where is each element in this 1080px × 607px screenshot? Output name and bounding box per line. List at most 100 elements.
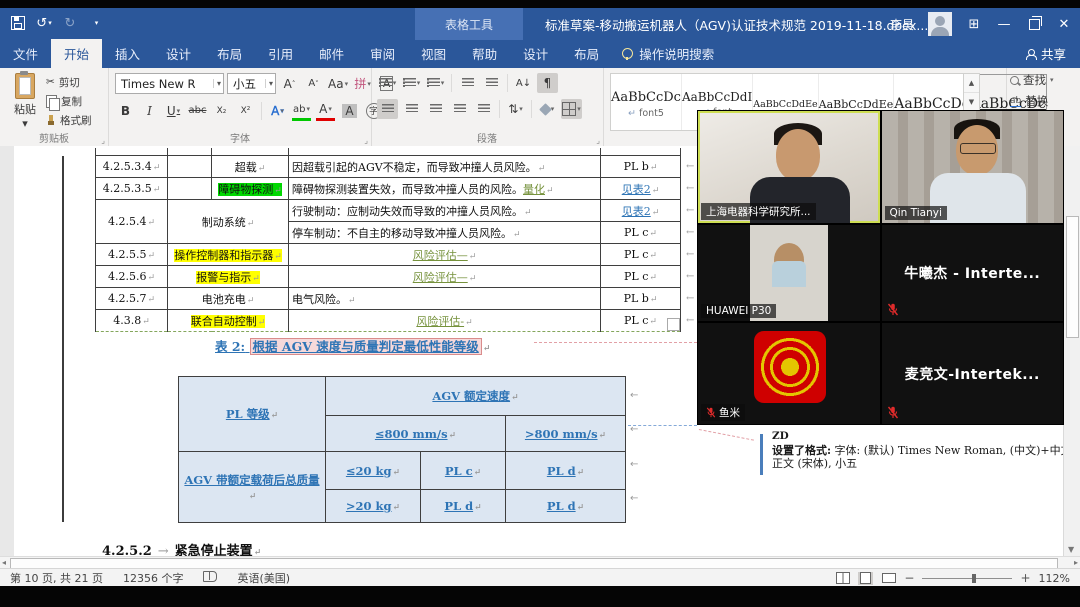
borders-button[interactable]: ▾ — [561, 99, 582, 119]
align-center-button[interactable] — [401, 99, 422, 119]
tab-insert[interactable]: 插入 — [102, 39, 153, 68]
shrink-font-button[interactable]: A˅ — [303, 74, 324, 94]
distribute-button[interactable] — [473, 99, 494, 119]
align-left-button[interactable] — [377, 99, 398, 119]
tell-me-search[interactable]: 操作说明搜索 — [612, 39, 724, 68]
share-button[interactable]: 共享 — [1012, 39, 1080, 68]
tab-view[interactable]: 视图 — [408, 39, 459, 68]
grow-font-button[interactable]: A˄ — [279, 74, 300, 94]
zoom-in-button[interactable]: + — [1020, 571, 1030, 585]
italic-button[interactable]: I — [139, 101, 160, 121]
copy-button[interactable]: 复制 — [46, 93, 92, 109]
video-tile[interactable]: Qin Tianyi — [882, 111, 1064, 223]
paragraph-dialog-launcher[interactable]: ⌟ — [596, 136, 600, 145]
tab-review[interactable]: 审阅 — [357, 39, 408, 68]
participant-tile[interactable]: 麦竞文-Intertek... — [882, 323, 1064, 424]
table-row[interactable]: 4.2.5.3.5 障碍物探测 障碍物探测装置失效，而导致冲撞人员的风险。量化 … — [96, 178, 703, 200]
clipboard-dialog-launcher[interactable]: ⌟ — [101, 136, 105, 145]
word-count[interactable]: 12356 个字 — [113, 570, 194, 586]
highlight-color-button[interactable]: ab▾ — [291, 99, 312, 122]
paste-button[interactable]: 粘贴 ▾ — [8, 73, 42, 131]
style-item[interactable]: AaBbCcDc font5 — [611, 74, 682, 130]
table-row[interactable]: 4.2.5.3.4 超载 因超载引起的AGV不稳定，而导致冲撞人员风险。 PL … — [96, 156, 703, 178]
tab-table-layout[interactable]: 布局 — [561, 39, 612, 68]
character-shading-button[interactable]: A — [339, 101, 360, 121]
participant-tile[interactable]: 鱼米 — [698, 323, 880, 424]
page-indicator[interactable]: 第 10 页, 共 21 页 — [0, 570, 113, 586]
risk-table[interactable]: 4.2.5.3.4 超载 因超载引起的AGV不稳定，而导致冲撞人员风险。 PL … — [95, 148, 703, 332]
tab-file[interactable]: 文件 — [0, 39, 51, 68]
table-row[interactable]: 4.2.5.7 电池充电 电气风险。 PL b ← — [96, 288, 703, 310]
font-dialog-launcher[interactable]: ⌟ — [364, 136, 368, 145]
tab-home[interactable]: 开始 — [51, 39, 102, 68]
table-row[interactable]: 4.2.5.5 操作控制器和指示器 风险评估— PL c ← — [96, 244, 703, 266]
close-button[interactable]: ✕ — [1056, 15, 1072, 33]
zoom-slider-knob[interactable] — [972, 574, 976, 583]
table-row[interactable]: 4.2.5.4 制动系统 行驶制动：应制动失效而导致的冲撞人员风险。 见表2 ← — [96, 200, 703, 222]
undo-dropdown-icon[interactable]: ▾ — [48, 19, 52, 27]
redo-button[interactable]: ↻ — [62, 14, 78, 32]
undo-button[interactable]: ↺▾ — [36, 14, 52, 32]
user-avatar[interactable] — [928, 12, 952, 36]
tab-design[interactable]: 设计 — [153, 39, 204, 68]
video-tile-active-speaker[interactable]: 上海电器科学研究所... — [698, 111, 880, 223]
table-resize-handle[interactable] — [667, 318, 680, 331]
phonetic-guide-button[interactable]: 拼▾ — [352, 74, 373, 94]
align-right-button[interactable] — [425, 99, 446, 119]
bold-button[interactable]: B — [115, 101, 136, 121]
justify-button[interactable] — [449, 99, 470, 119]
revision-comment[interactable]: ZD 设置了格式: 字体: (默认) Times New Roman, (中文)… — [772, 430, 1072, 471]
minimize-button[interactable]: — — [996, 15, 1012, 33]
bullets-button[interactable]: ▾ — [377, 73, 398, 93]
font-size-combo[interactable]: 小五▾ — [227, 73, 276, 94]
language-indicator[interactable]: 英语(美国) — [227, 570, 300, 586]
tab-mailings[interactable]: 邮件 — [306, 39, 357, 68]
table-row[interactable]: 4.2.5.6 报警与指示 风险评估— PL c ← — [96, 266, 703, 288]
ribbon-display-options-button[interactable]: ⊞ — [966, 15, 982, 33]
decrease-indent-button[interactable] — [457, 73, 478, 93]
cut-button[interactable]: ✂剪切 — [46, 74, 92, 90]
web-layout-button[interactable] — [881, 572, 896, 585]
save-button[interactable] — [10, 14, 26, 32]
numbering-button[interactable]: ▾ — [401, 73, 422, 93]
zoom-level[interactable]: 112% — [1039, 572, 1070, 585]
section-heading[interactable]: 4.2.5.2→紧急停止装置 — [102, 540, 261, 556]
qat-customize-button[interactable]: ▾ — [88, 14, 104, 32]
vertical-scrollbar[interactable]: ▼ — [1063, 146, 1080, 556]
participant-tile[interactable]: 牛曦杰 - Interte... — [882, 225, 1064, 321]
format-painter-button[interactable]: 格式刷 — [46, 112, 92, 128]
pl-table[interactable]: PL 等级 AGV 额定速度 ≤800 mm/s >800 mm/s AGV 带… — [178, 376, 626, 523]
line-spacing-button[interactable]: ⇅▾ — [505, 99, 526, 119]
table-row[interactable]: AGV 带额定载荷后总质量 ≤20 kg PL c PL d — [179, 452, 626, 490]
paste-dropdown-icon[interactable]: ▾ — [22, 117, 28, 130]
sort-button[interactable]: A↓ — [513, 73, 534, 93]
show-formatting-marks-button[interactable]: ¶ — [537, 73, 558, 93]
replace-button[interactable]: ab 替换 — [1010, 92, 1080, 110]
table-row[interactable]: 4.3.8 联合自动控制 风险评估- PL c ← — [96, 310, 703, 332]
print-layout-button[interactable] — [858, 572, 873, 585]
zoom-slider[interactable] — [922, 578, 1012, 579]
underline-button[interactable]: U▾ — [163, 101, 184, 121]
table-row[interactable]: PL 等级 AGV 额定速度 — [179, 377, 626, 416]
scroll-down-arrow[interactable]: ▼ — [1068, 545, 1074, 554]
find-button[interactable]: 查找▾ — [1010, 71, 1080, 89]
subscript-button[interactable]: X₂ — [211, 101, 232, 121]
vertical-scrollbar-thumb[interactable] — [1066, 216, 1079, 338]
video-tile[interactable]: HUAWEI P30 — [698, 225, 880, 321]
styles-scroll-down-button[interactable]: ▼ — [964, 93, 979, 112]
tab-help[interactable]: 帮助 — [459, 39, 510, 68]
shading-button[interactable]: ▾ — [537, 99, 558, 119]
table2-title[interactable]: 表 2: 根据 AGV 速度与质量判定最低性能等级 — [215, 336, 490, 355]
font-color-button[interactable]: A▾ — [315, 99, 336, 122]
strikethrough-button[interactable]: abc — [187, 101, 208, 121]
font-name-combo[interactable]: Times New R▾ — [115, 73, 224, 94]
change-case-button[interactable]: Aa▾ — [327, 74, 349, 94]
tab-layout[interactable]: 布局 — [204, 39, 255, 68]
text-effects-button[interactable]: A▾ — [267, 101, 288, 121]
multilevel-list-button[interactable]: ▾ — [425, 73, 446, 93]
tab-references[interactable]: 引用 — [255, 39, 306, 68]
increase-indent-button[interactable] — [481, 73, 502, 93]
tab-table-design[interactable]: 设计 — [510, 39, 561, 68]
zoom-out-button[interactable]: − — [904, 571, 914, 585]
restore-button[interactable] — [1026, 15, 1042, 33]
